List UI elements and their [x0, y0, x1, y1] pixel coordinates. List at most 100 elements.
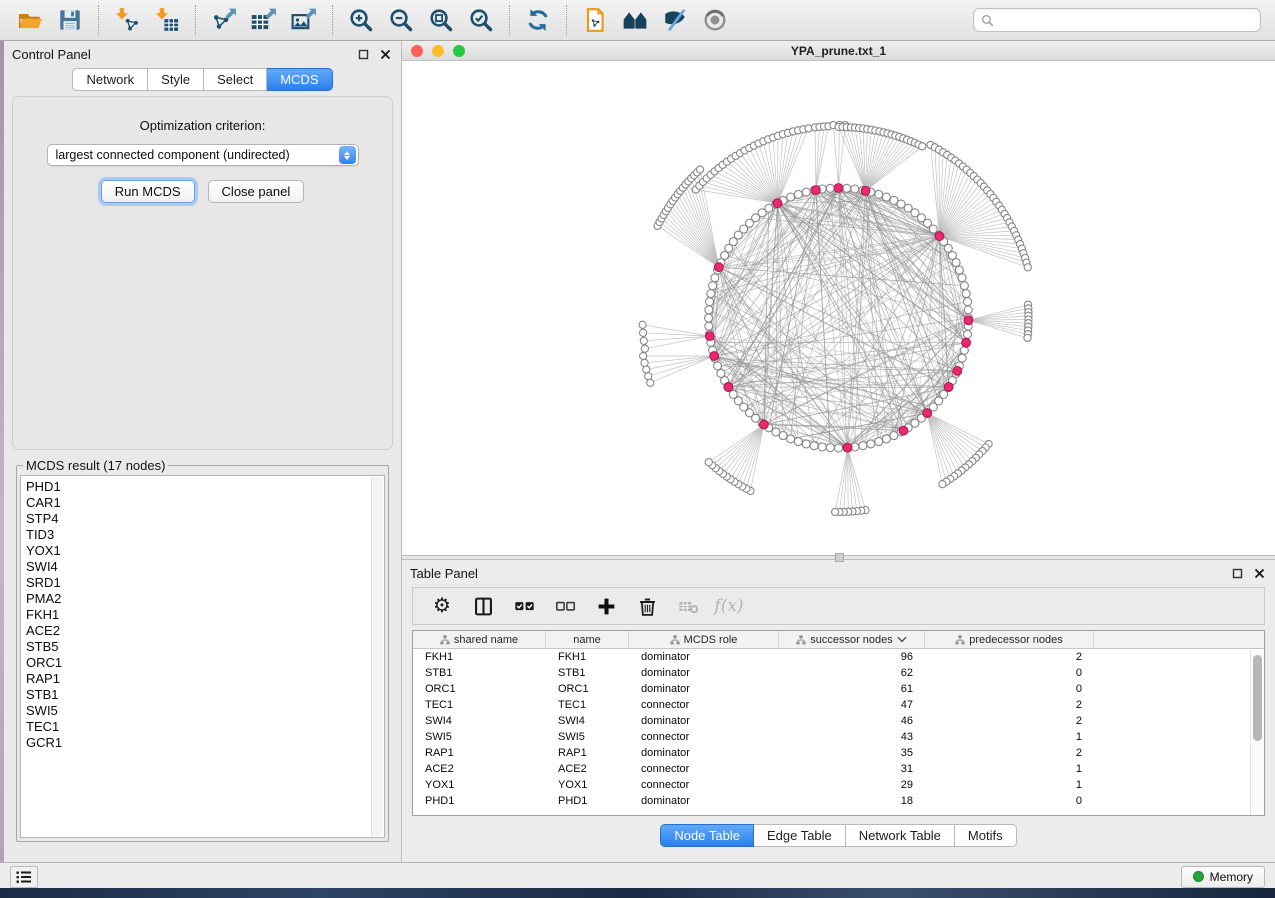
mcds-hub-node[interactable] — [714, 263, 723, 272]
optimization-criterion-select[interactable]: largest connected component (undirected) — [47, 144, 359, 166]
mcds-hub-node[interactable] — [899, 426, 908, 435]
leaf-node[interactable] — [641, 359, 648, 366]
leaf-node[interactable] — [640, 352, 647, 359]
mcds-hub-node[interactable] — [705, 332, 714, 341]
horizontal-splitter[interactable] — [402, 555, 1275, 560]
ring-node[interactable] — [851, 185, 859, 193]
deselect-all-button[interactable] — [548, 591, 582, 621]
search-box[interactable] — [973, 8, 1261, 32]
ring-node[interactable] — [794, 438, 802, 446]
ring-node[interactable] — [714, 362, 722, 370]
mcds-result-item[interactable]: STP4 — [26, 511, 370, 527]
mcds-result-item[interactable]: RAP1 — [26, 671, 370, 687]
mcds-hub-node[interactable] — [944, 383, 953, 392]
column-header-shared-name[interactable]: shared name — [413, 631, 546, 648]
share-document-button[interactable] — [579, 4, 611, 36]
table-row[interactable]: PHD1PHD1dominator180 — [413, 793, 1264, 809]
ring-node[interactable] — [818, 443, 826, 451]
zoom-in-button[interactable] — [345, 4, 377, 36]
mcds-hub-node[interactable] — [923, 409, 932, 418]
ring-node[interactable] — [826, 184, 834, 192]
ring-node[interactable] — [952, 259, 960, 267]
table-scrollbar[interactable] — [1250, 650, 1264, 815]
mcds-result-item[interactable]: CAR1 — [26, 495, 370, 511]
ring-node[interactable] — [882, 193, 890, 201]
column-header-name[interactable]: name — [546, 631, 629, 648]
zoom-selected-button[interactable] — [465, 4, 497, 36]
scrollbar-thumb[interactable] — [1253, 655, 1262, 741]
splitter-grip[interactable] — [835, 553, 844, 562]
column-header-successor-nodes[interactable]: successor nodes — [779, 631, 925, 648]
ring-node[interactable] — [882, 435, 890, 443]
ring-node[interactable] — [709, 282, 717, 290]
mcds-result-item[interactable]: STB1 — [26, 687, 370, 703]
mcds-result-item[interactable]: ORC1 — [26, 655, 370, 671]
close-panel-icon[interactable] — [380, 49, 391, 60]
ring-node[interactable] — [859, 442, 867, 450]
leaf-node[interactable] — [1024, 264, 1031, 271]
import-table-button[interactable] — [151, 4, 183, 36]
ring-node[interactable] — [787, 193, 795, 201]
close-panel-icon[interactable] — [1254, 568, 1265, 579]
leaf-node[interactable] — [1024, 334, 1031, 341]
column-header-predecessor-nodes[interactable]: predecessor nodes — [925, 631, 1094, 648]
leaf-node[interactable] — [639, 321, 646, 328]
leaf-node[interactable] — [641, 345, 648, 352]
tab-select[interactable]: Select — [204, 68, 267, 91]
mcds-result-item[interactable]: FKH1 — [26, 607, 370, 623]
search-network-button[interactable] — [619, 4, 651, 36]
zoom-out-button[interactable] — [385, 4, 417, 36]
ring-node[interactable] — [875, 438, 883, 446]
task-history-button[interactable] — [10, 866, 38, 888]
table-row[interactable]: SWI5SWI5connector431 — [413, 729, 1264, 745]
table-row[interactable]: STB1STB1dominator620 — [413, 665, 1264, 681]
ring-node[interactable] — [960, 282, 968, 290]
leaf-node[interactable] — [697, 166, 704, 173]
leaf-node[interactable] — [939, 481, 946, 488]
network-view-canvas[interactable] — [402, 61, 1275, 555]
show-glyphs-button[interactable] — [699, 4, 731, 36]
mcds-result-item[interactable]: TEC1 — [26, 719, 370, 735]
ring-node[interactable] — [890, 432, 898, 440]
mcds-hub-node[interactable] — [964, 316, 973, 325]
export-network-button[interactable] — [208, 4, 240, 36]
ring-node[interactable] — [867, 440, 875, 448]
columns-button[interactable] — [466, 591, 500, 621]
ring-node[interactable] — [810, 442, 818, 450]
mcds-list-scrollbar[interactable] — [371, 477, 383, 836]
refresh-button[interactable] — [522, 4, 554, 36]
mcds-result-item[interactable]: SRD1 — [26, 575, 370, 591]
mcds-hub-node[interactable] — [812, 186, 821, 195]
table-row[interactable]: FKH1FKH1dominator962 — [413, 649, 1264, 665]
run-mcds-button[interactable]: Run MCDS — [101, 180, 195, 203]
network-window-titlebar[interactable]: YPA_prune.txt_1 — [402, 41, 1275, 61]
ring-node[interactable] — [964, 298, 972, 306]
mcds-hub-node[interactable] — [861, 186, 870, 195]
tab-style[interactable]: Style — [148, 68, 204, 91]
leaf-node[interactable] — [640, 337, 647, 344]
ring-node[interactable] — [705, 306, 713, 314]
table-row[interactable]: SWI4SWI4dominator462 — [413, 713, 1264, 729]
ring-node[interactable] — [717, 369, 725, 377]
mcds-hub-node[interactable] — [760, 420, 769, 429]
float-panel-icon[interactable] — [358, 49, 369, 60]
mcds-result-list[interactable]: PHD1CAR1STP4TID3YOX1SWI4SRD1PMA2FKH1ACE2… — [20, 475, 385, 838]
ring-node[interactable] — [875, 190, 883, 198]
import-network-button[interactable] — [111, 4, 143, 36]
table-row[interactable]: ORC1ORC1dominator610 — [413, 681, 1264, 697]
table-row[interactable]: TEC1TEC1connector472 — [413, 697, 1264, 713]
ring-node[interactable] — [787, 435, 795, 443]
open-button[interactable] — [14, 4, 46, 36]
tab-motifs[interactable]: Motifs — [955, 824, 1017, 847]
ring-node[interactable] — [706, 298, 714, 306]
zoom-fit-button[interactable] — [425, 4, 457, 36]
export-table-button[interactable] — [248, 4, 280, 36]
ring-node[interactable] — [826, 444, 834, 452]
leaf-node[interactable] — [640, 329, 647, 336]
tab-mcds[interactable]: MCDS — [267, 68, 332, 91]
mcds-result-item[interactable]: PMA2 — [26, 591, 370, 607]
search-input[interactable] — [999, 13, 1253, 27]
mcds-hub-node[interactable] — [953, 367, 962, 376]
leaf-node[interactable] — [805, 125, 812, 132]
ring-node[interactable] — [962, 290, 970, 298]
